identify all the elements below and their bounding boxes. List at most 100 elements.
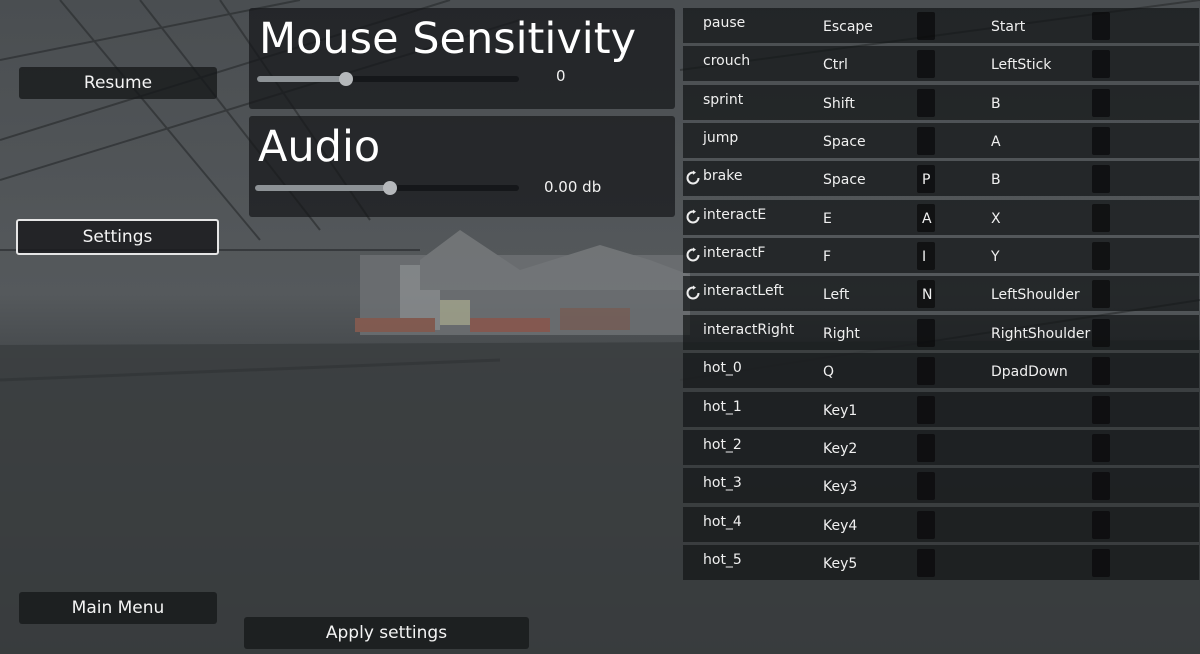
action-label: hot_1 [703,399,742,415]
refresh-icon[interactable] [685,209,701,225]
primary-key-binding[interactable]: Key3 [823,479,857,495]
refresh-icon[interactable] [685,285,701,301]
mouse-sensitivity-value: 0 [556,67,566,85]
gamepad-alt-slot[interactable] [1092,50,1110,78]
primary-key-binding[interactable]: Space [823,172,866,188]
primary-key-binding[interactable]: Escape [823,19,873,35]
audio-handle[interactable] [382,181,397,195]
gamepad-binding[interactable]: DpadDown [991,364,1068,380]
keybinding-row[interactable]: interactF F I Y [683,238,1199,273]
action-label: hot_5 [703,552,742,568]
keybinding-row[interactable]: hot_5 Key5 [683,545,1199,580]
gamepad-binding[interactable]: Start [991,19,1025,35]
alt-key-binding: N [922,287,933,303]
apply-settings-button[interactable]: Apply settings [244,617,529,649]
keybinding-row[interactable]: interactE E A X [683,200,1199,235]
refresh-icon[interactable] [685,247,701,263]
primary-key-binding[interactable]: E [823,211,832,227]
primary-key-binding[interactable]: Key5 [823,556,857,572]
apply-settings-label: Apply settings [325,623,448,643]
gamepad-alt-slot[interactable] [1092,165,1110,193]
alt-key-slot[interactable] [917,50,935,78]
action-label: sprint [703,92,744,108]
action-label: brake [703,168,743,184]
alt-key-slot[interactable] [917,511,935,539]
action-label: hot_0 [703,360,742,376]
keybinding-row[interactable]: brake Space P B [683,161,1199,196]
audio-panel: Audio 0.00 db [249,116,675,217]
action-label: hot_2 [703,437,742,453]
primary-key-binding[interactable]: Shift [823,96,855,112]
mouse-sensitivity-fill [257,76,347,82]
keybinding-row[interactable]: hot_4 Key4 [683,507,1199,542]
alt-key-slot[interactable] [917,549,935,577]
gamepad-alt-slot[interactable] [1092,89,1110,117]
audio-slider[interactable] [255,181,519,195]
alt-key-slot[interactable] [917,434,935,462]
action-label: pause [703,15,746,31]
settings-label: Settings [82,227,153,247]
alt-key-slot[interactable] [917,472,935,500]
primary-key-binding[interactable]: Left [823,287,849,303]
gamepad-alt-slot[interactable] [1092,127,1110,155]
gamepad-alt-slot[interactable] [1092,434,1110,462]
gamepad-alt-slot[interactable] [1092,280,1110,308]
gamepad-binding[interactable]: B [991,96,1001,112]
main-menu-button[interactable]: Main Menu [19,592,217,624]
keybinding-row[interactable]: interactRight Right RightShoulder [683,315,1199,350]
primary-key-binding[interactable]: Key1 [823,403,857,419]
gamepad-binding[interactable]: LeftShoulder [991,287,1080,303]
primary-key-binding[interactable]: F [823,249,831,265]
keybinding-row[interactable]: pause Escape Start [683,8,1199,43]
action-label: crouch [703,53,751,69]
keybinding-row[interactable]: hot_2 Key2 [683,430,1199,465]
keybinding-row[interactable]: hot_0 Q DpadDown [683,353,1199,388]
audio-value: 0.00 db [544,178,602,196]
gamepad-binding[interactable]: LeftStick [991,57,1051,73]
primary-key-binding[interactable]: Key4 [823,518,857,534]
gamepad-alt-slot[interactable] [1092,12,1110,40]
primary-key-binding[interactable]: Ctrl [823,57,848,73]
gamepad-binding[interactable]: X [991,211,1001,227]
settings-button[interactable]: Settings [16,219,219,255]
mouse-sensitivity-panel: Mouse Sensitivity 0 [249,8,675,109]
keybinding-row[interactable]: sprint Shift B [683,85,1199,120]
gamepad-binding[interactable]: RightShoulder [991,326,1090,342]
gamepad-alt-slot[interactable] [1092,204,1110,232]
keybinding-row[interactable]: crouch Ctrl LeftStick [683,46,1199,81]
primary-key-binding[interactable]: Right [823,326,860,342]
keybinding-row[interactable]: hot_3 Key3 [683,468,1199,503]
gamepad-alt-slot[interactable] [1092,242,1110,270]
alt-key-slot[interactable] [917,89,935,117]
primary-key-binding[interactable]: Q [823,364,834,380]
resume-button[interactable]: Resume [19,67,217,99]
gamepad-binding[interactable]: Y [991,249,1000,265]
alt-key-slot[interactable] [917,127,935,155]
action-label: interactRight [703,322,795,338]
primary-key-binding[interactable]: Key2 [823,441,857,457]
mouse-sensitivity-slider[interactable] [257,72,519,86]
main-menu-label: Main Menu [71,598,165,618]
alt-key-slot[interactable] [917,357,935,385]
action-label: jump [703,130,739,146]
alt-key-slot[interactable] [917,319,935,347]
alt-key-binding: P [922,172,931,188]
action-label: interactLeft [703,283,784,299]
gamepad-binding[interactable]: A [991,134,1001,150]
gamepad-alt-slot[interactable] [1092,357,1110,385]
gamepad-alt-slot[interactable] [1092,472,1110,500]
keybinding-row[interactable]: jump Space A [683,123,1199,158]
alt-key-slot[interactable] [917,12,935,40]
alt-key-slot[interactable] [917,396,935,424]
mouse-sensitivity-title: Mouse Sensitivity [259,14,637,64]
gamepad-alt-slot[interactable] [1092,396,1110,424]
gamepad-alt-slot[interactable] [1092,549,1110,577]
refresh-icon[interactable] [685,170,701,186]
gamepad-alt-slot[interactable] [1092,511,1110,539]
gamepad-alt-slot[interactable] [1092,319,1110,347]
primary-key-binding[interactable]: Space [823,134,866,150]
keybinding-row[interactable]: interactLeft Left N LeftShoulder [683,276,1199,311]
keybinding-row[interactable]: hot_1 Key1 [683,392,1199,427]
mouse-sensitivity-handle[interactable] [339,72,354,86]
gamepad-binding[interactable]: B [991,172,1001,188]
